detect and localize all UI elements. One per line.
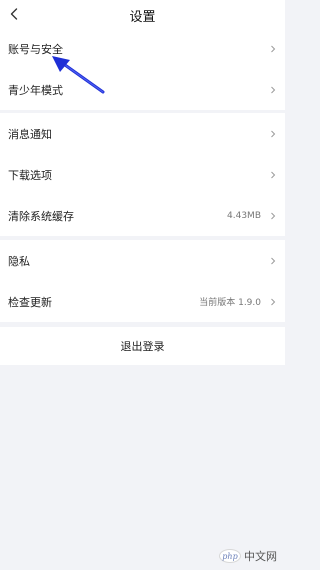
- chevron-right-icon: [271, 130, 276, 137]
- chevron-right-icon: [271, 257, 276, 264]
- settings-item-label: 下载选项: [8, 168, 52, 182]
- settings-item-check-update[interactable]: 检查更新 当前版本 1.9.0: [0, 281, 285, 322]
- settings-item-clear-cache[interactable]: 清除系统缓存 4.43MB: [0, 195, 285, 236]
- settings-item-download-options[interactable]: 下载选项: [0, 154, 285, 195]
- chevron-right-icon: [271, 212, 276, 219]
- cache-size-value: 4.43MB: [227, 210, 261, 221]
- settings-item-teen-mode[interactable]: 青少年模式: [0, 69, 285, 110]
- settings-item-label: 检查更新: [8, 295, 52, 309]
- settings-item-label: 清除系统缓存: [8, 209, 74, 223]
- settings-item-label: 消息通知: [8, 127, 52, 141]
- chevron-right-icon: [271, 298, 276, 305]
- settings-group-about: 隐私 检查更新 当前版本 1.9.0: [0, 240, 285, 322]
- logout-label: 退出登录: [120, 340, 165, 353]
- logout-button[interactable]: 退出登录: [0, 327, 285, 365]
- chevron-right-icon: [271, 171, 276, 178]
- version-value: 当前版本 1.9.0: [199, 298, 261, 308]
- chevron-right-icon: [271, 86, 276, 93]
- settings-item-label: 账号与安全: [8, 42, 63, 56]
- chevron-right-icon: [271, 45, 276, 52]
- settings-item-label: 青少年模式: [8, 83, 63, 97]
- settings-group-general: 消息通知 下载选项 清除系统缓存 4.43MB: [0, 113, 285, 236]
- settings-item-account-security[interactable]: 账号与安全: [0, 28, 285, 69]
- page-title: 设置: [129, 10, 156, 25]
- top-bar: 设置: [0, 0, 285, 30]
- settings-item-notifications[interactable]: 消息通知: [0, 113, 285, 154]
- php-logo-icon: php: [219, 549, 241, 563]
- watermark-text: 中文网: [244, 550, 277, 563]
- settings-item-label: 隐私: [8, 254, 30, 268]
- settings-item-privacy[interactable]: 隐私: [0, 240, 285, 281]
- settings-group-account: 账号与安全 青少年模式: [0, 28, 285, 110]
- watermark: php 中文网: [219, 546, 277, 566]
